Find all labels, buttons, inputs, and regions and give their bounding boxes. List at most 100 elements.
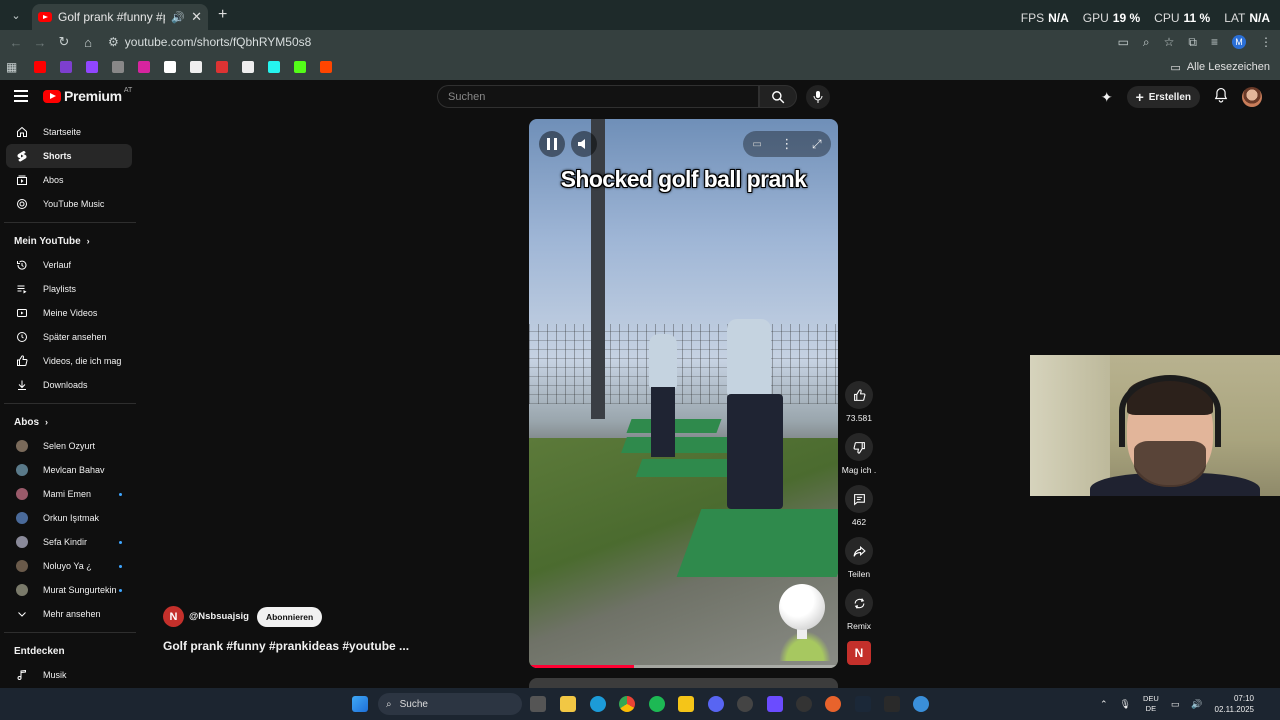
chrome-icon[interactable] — [619, 696, 635, 712]
comments-button[interactable] — [845, 485, 873, 513]
url-field[interactable]: ⚙ youtube.com/shorts/fQbhRYM50s8 — [108, 35, 311, 49]
channel-avatar[interactable]: N — [163, 606, 184, 627]
kick-bookmark-icon[interactable] — [294, 61, 307, 73]
sidebar-item-home[interactable]: Startseite — [6, 120, 132, 144]
sidebar-item-subscriptions[interactable]: Abos — [6, 168, 132, 192]
notifications-bell-icon[interactable] — [1214, 87, 1228, 108]
install-app-icon[interactable]: ▭ — [1118, 35, 1129, 49]
app-icon[interactable] — [767, 696, 783, 712]
sidebar-subscription-item[interactable]: Murat Sungurtekin — [6, 578, 132, 602]
forward-icon[interactable]: → — [28, 35, 52, 50]
like-button[interactable] — [845, 381, 873, 409]
spotify-icon[interactable] — [649, 696, 665, 712]
sidebar-item-downloads[interactable]: Downloads — [6, 373, 132, 397]
apps-grid-icon[interactable]: ▦ — [6, 60, 17, 74]
channel-handle[interactable]: @Nsbsuajsig — [189, 611, 249, 622]
sidebar-subscription-item[interactable]: Mevlcan Bahav — [6, 458, 132, 482]
instagram-bookmark-icon[interactable] — [138, 61, 151, 73]
youtube-logo[interactable]: Premium AT — [43, 87, 132, 104]
fullscreen-icon[interactable]: ⤢ — [812, 137, 822, 152]
reading-list-icon[interactable]: ≡ — [1211, 35, 1218, 49]
share-button[interactable] — [845, 537, 873, 565]
twitch-bookmark-icon[interactable] — [86, 61, 99, 73]
back-icon[interactable]: ← — [4, 35, 28, 50]
app-icon[interactable] — [825, 696, 841, 712]
reload-icon[interactable]: ↻ — [52, 34, 76, 50]
sidebar-subscription-item[interactable]: Selen Ozyurt — [6, 434, 132, 458]
pause-button[interactable] — [539, 131, 565, 157]
app-icon[interactable] — [913, 696, 929, 712]
remix-button[interactable] — [845, 589, 873, 617]
epic-games-icon[interactable] — [884, 696, 900, 712]
dislike-button[interactable] — [845, 433, 873, 461]
sidebar-subscription-item[interactable]: Mami Emen — [6, 482, 132, 506]
menu-icon[interactable] — [14, 90, 28, 105]
tray-overflow-icon[interactable]: ⌃ — [1100, 699, 1108, 710]
menu-dots-icon[interactable]: ⋮ — [1260, 35, 1272, 49]
extensions-icon[interactable]: ⧉ — [1188, 35, 1197, 50]
sidebar-subscription-item[interactable]: Orkun Işıtmak — [6, 506, 132, 530]
close-tab-icon[interactable]: ✕ — [191, 9, 202, 25]
voice-search-button[interactable] — [806, 85, 830, 109]
sidebar-section-subscriptions[interactable]: Abos › — [0, 410, 140, 434]
volume-icon[interactable]: 🔊 — [1191, 699, 1202, 710]
more-options-icon[interactable]: ⋮ — [780, 136, 793, 152]
edge-icon[interactable] — [590, 696, 606, 712]
sidebar-item-playlists[interactable]: Playlists — [6, 277, 132, 301]
site-info-icon[interactable]: ⚙ — [108, 35, 119, 49]
shorts-video-player[interactable]: Shocked golf ball prank ▭ ⋮ ⤢ — [529, 119, 838, 668]
bookmark-icon[interactable] — [242, 61, 255, 73]
file-explorer-icon[interactable] — [560, 696, 576, 712]
profile-avatar[interactable]: M — [1232, 35, 1246, 49]
app-icon[interactable] — [796, 696, 812, 712]
sidebar-section-you[interactable]: Mein YouTube › — [0, 229, 140, 253]
sidebar-item-my-videos[interactable]: Meine Videos — [6, 301, 132, 325]
audio-playing-icon[interactable]: 🔊 — [171, 11, 185, 24]
bookmark-icon[interactable] — [190, 61, 203, 73]
microphone-icon[interactable]: 🎙 — [1120, 699, 1131, 710]
bookmark-star-icon[interactable]: ☆ — [1164, 35, 1175, 49]
zoom-icon[interactable]: ⌕ — [1143, 35, 1150, 50]
language-indicator[interactable]: DEU DE — [1143, 694, 1159, 714]
sidebar-item-show-more[interactable]: Mehr ansehen — [6, 602, 132, 626]
windows-start-icon[interactable] — [352, 696, 368, 712]
x-bookmark-icon[interactable] — [164, 61, 177, 73]
sidebar-item-shorts[interactable]: Shorts — [6, 144, 132, 168]
all-bookmarks-button[interactable]: ▭ Alle Lesezeichen — [1170, 54, 1270, 80]
new-tab-button[interactable]: + — [218, 6, 227, 24]
home-icon[interactable]: ⌂ — [76, 35, 100, 50]
create-button[interactable]: + Erstellen — [1126, 86, 1200, 108]
task-view-icon[interactable] — [530, 696, 546, 712]
subscribe-button[interactable]: Abonnieren — [256, 606, 323, 627]
network-icon[interactable]: ▭ — [1171, 699, 1180, 710]
obs-icon[interactable] — [737, 696, 753, 712]
sidebar-subscription-item[interactable]: Sefa Kindir — [6, 530, 132, 554]
app-icon[interactable] — [678, 696, 694, 712]
volume-button[interactable] — [571, 131, 597, 157]
taskbar-search[interactable]: ⌕ Suche — [378, 693, 522, 715]
account-avatar[interactable] — [1242, 87, 1262, 107]
gemini-icon[interactable]: ✦ — [1101, 89, 1113, 106]
sidebar-subscription-item[interactable]: Noluyo Ya ¿ — [6, 554, 132, 578]
bookmark-icon[interactable] — [60, 61, 73, 73]
browser-tab[interactable]: Golf prank #funny #prankic 🔊 ✕ — [32, 4, 208, 30]
steam-icon[interactable] — [855, 696, 871, 712]
bookmark-icon[interactable] — [112, 61, 125, 73]
sidebar-item-history[interactable]: Verlauf — [6, 253, 132, 277]
youtube-bookmark-icon[interactable] — [34, 61, 47, 73]
reddit-bookmark-icon[interactable] — [320, 61, 333, 73]
sidebar-item-music[interactable]: Musik — [6, 663, 132, 687]
video-progress-bar[interactable] — [529, 665, 838, 668]
search-button[interactable] — [759, 85, 797, 108]
channel-avatar-button[interactable]: N — [847, 641, 871, 665]
clock[interactable]: 07:10 02.11.2025 — [1215, 693, 1254, 715]
search-input[interactable]: Suchen — [437, 85, 759, 108]
bookmark-icon[interactable] — [216, 61, 229, 73]
tiktok-bookmark-icon[interactable] — [268, 61, 281, 73]
sidebar-item-youtube-music[interactable]: YouTube Music — [6, 192, 132, 216]
captions-icon[interactable]: ▭ — [752, 139, 761, 150]
sidebar-item-watch-later[interactable]: Später ansehen — [6, 325, 132, 349]
tab-search-button[interactable]: ⌄ — [4, 4, 28, 26]
discord-icon[interactable] — [708, 696, 724, 712]
sidebar-item-liked-videos[interactable]: Videos, die ich mag — [6, 349, 132, 373]
